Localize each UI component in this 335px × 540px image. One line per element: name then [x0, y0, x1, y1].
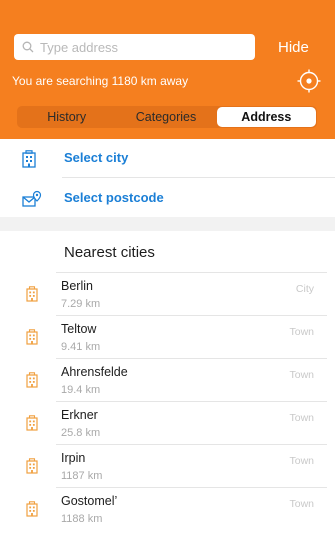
city-row[interactable]: Irpin 1187 km Town — [0, 445, 335, 488]
city-type: Town — [289, 412, 314, 424]
building-icon — [26, 501, 38, 517]
building-icon — [26, 415, 38, 431]
city-distance: 9.41 km — [61, 341, 101, 353]
search-icon — [22, 41, 34, 53]
city-row[interactable]: Gostomel’ 1188 km Town — [0, 488, 335, 531]
city-type: City — [295, 283, 314, 295]
city-row[interactable]: Erkner 25.8 km Town — [0, 402, 335, 445]
hide-button[interactable]: Hide — [278, 39, 309, 56]
divider — [62, 177, 335, 178]
search-field[interactable] — [14, 34, 255, 60]
tab-history[interactable]: History — [17, 106, 116, 128]
select-postcode-link[interactable]: Select postcode — [64, 190, 164, 205]
search-mode-tabs: History Categories Address — [17, 106, 317, 128]
city-type: Town — [289, 498, 314, 510]
city-name: Ahrensfelde — [61, 365, 128, 379]
city-distance: 25.8 km — [61, 427, 101, 439]
city-type: Town — [289, 326, 314, 338]
select-city-link[interactable]: Select city — [64, 150, 128, 165]
city-distance: 1187 km — [61, 470, 103, 482]
city-name: Gostomel’ — [61, 494, 118, 508]
city-name: Berlin — [61, 279, 93, 293]
city-type: Town — [289, 455, 314, 467]
search-distance-text: You are searching 1180 km away — [12, 74, 189, 88]
city-name: Irpin — [61, 451, 86, 465]
city-distance: 19.4 km — [61, 384, 101, 396]
tab-address[interactable]: Address — [216, 107, 316, 127]
select-postcode-row[interactable]: Select postcode — [0, 179, 335, 219]
tab-categories[interactable]: Categories — [116, 106, 215, 128]
nearest-cities-title: Nearest cities — [64, 244, 155, 261]
building-icon — [26, 458, 38, 474]
city-distance: 1188 km — [61, 513, 103, 525]
city-row[interactable]: Berlin 7.29 km City — [0, 273, 335, 316]
city-distance: 7.29 km — [61, 298, 101, 310]
postcode-envelope-icon — [22, 190, 42, 207]
search-header: Hide You are searching 1180 km away Hist… — [0, 0, 335, 139]
city-row[interactable]: Teltow 9.41 km Town — [0, 316, 335, 359]
section-gap — [0, 217, 335, 231]
city-type: Town — [289, 369, 314, 381]
city-row[interactable]: Ahrensfelde 19.4 km Town — [0, 359, 335, 402]
building-icon — [22, 150, 36, 168]
select-city-row[interactable]: Select city — [0, 139, 335, 179]
my-location-icon[interactable] — [297, 69, 321, 93]
building-icon — [26, 372, 38, 388]
building-icon — [26, 329, 38, 345]
search-input[interactable] — [40, 39, 240, 55]
city-name: Erkner — [61, 408, 98, 422]
building-icon — [26, 286, 38, 302]
city-name: Teltow — [61, 322, 97, 336]
